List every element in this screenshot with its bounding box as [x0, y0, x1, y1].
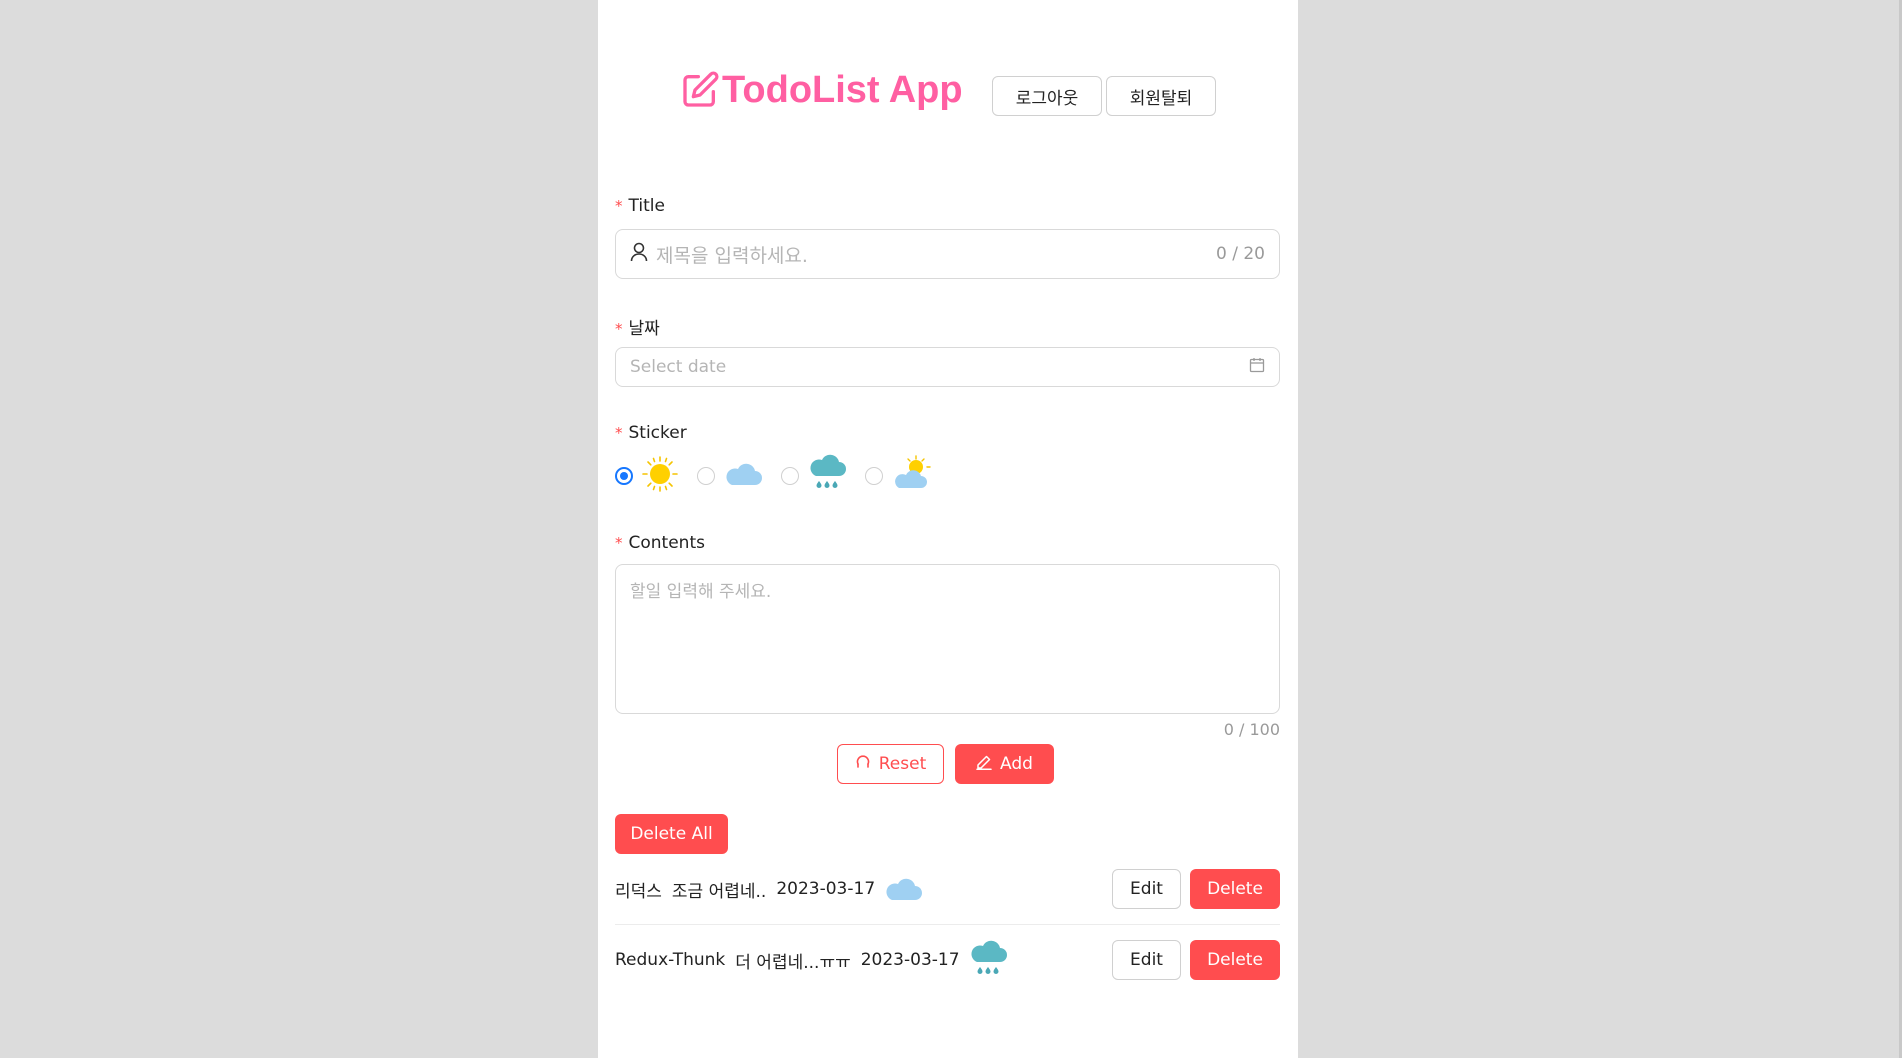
todo-content: 조금 어렵네..: [671, 881, 767, 902]
sticker-option-partly-cloudy[interactable]: [865, 454, 931, 498]
todo-date: 2023-03-17: [776, 879, 876, 899]
radio-button[interactable]: [697, 467, 715, 485]
reset-button[interactable]: Reset: [837, 744, 944, 784]
sticker-label: * Sticker: [615, 423, 687, 443]
pencil-icon: [976, 754, 992, 775]
sticker-option-cloud[interactable]: [697, 459, 763, 493]
reset-icon: [855, 754, 871, 775]
title-placeholder: 제목을 입력하세요.: [656, 244, 808, 267]
delete-all-button[interactable]: Delete All: [615, 814, 728, 854]
rain-cloud-icon: [807, 454, 847, 498]
divider: [615, 924, 1280, 925]
required-mark: *: [615, 320, 623, 338]
delete-button[interactable]: Delete: [1190, 869, 1280, 909]
add-label: Add: [1000, 754, 1033, 774]
cloud-icon: [883, 874, 923, 904]
cloud-icon: [723, 459, 763, 493]
title-char-count: 0 / 20: [1216, 244, 1265, 264]
contents-label-text: Contents: [628, 533, 705, 553]
sticker-option-sun[interactable]: [615, 455, 679, 497]
partly-cloudy-icon: [891, 454, 931, 498]
sticker-label-text: Sticker: [628, 423, 687, 443]
radio-button[interactable]: [615, 467, 633, 485]
todo-title: 리덕스: [615, 881, 662, 902]
add-button[interactable]: Add: [955, 744, 1054, 784]
sticker-option-rain[interactable]: [781, 454, 847, 498]
rain-cloud-icon: [968, 940, 1008, 980]
contents-char-count: 0 / 100: [1223, 720, 1280, 739]
radio-button[interactable]: [865, 467, 883, 485]
todo-date: 2023-03-17: [860, 950, 960, 970]
required-mark: *: [615, 534, 623, 552]
date-label-text: 날짜: [628, 319, 660, 339]
user-icon: [630, 242, 648, 266]
title-input[interactable]: 제목을 입력하세요. 0 / 20: [615, 229, 1280, 279]
title-label: * Title: [615, 196, 665, 216]
calendar-icon[interactable]: [1249, 357, 1265, 377]
title-label-text: Title: [628, 196, 665, 216]
todo-title: Redux-Thunk: [615, 950, 726, 970]
radio-button[interactable]: [781, 467, 799, 485]
date-label: * 날짜: [615, 314, 660, 339]
date-picker[interactable]: Select date: [615, 347, 1280, 387]
contents-textarea[interactable]: 할일 입력해 주세요.: [615, 564, 1280, 714]
todo-item: 리덕스 조금 어렵네.. 2023-03-17 Edit Delete: [615, 869, 1280, 909]
contents-label: * Contents: [615, 533, 705, 553]
withdraw-button[interactable]: 회원탈퇴: [1106, 76, 1216, 116]
app-panel: TodoList App 로그아웃 회원탈퇴 * Title 제목을 입력하세요.…: [598, 0, 1298, 1058]
app-title: TodoList App: [680, 64, 963, 116]
edit-button[interactable]: Edit: [1112, 940, 1181, 980]
edit-button[interactable]: Edit: [1112, 869, 1181, 909]
required-mark: *: [615, 424, 623, 442]
sticker-radio-group: [615, 454, 949, 498]
todo-item: Redux-Thunk 더 어렵네...ㅠㅠ 2023-03-17 Edit D…: [615, 940, 1280, 980]
contents-placeholder: 할일 입력해 주세요.: [630, 582, 772, 602]
required-mark: *: [615, 197, 623, 215]
sun-icon: [641, 455, 679, 497]
reset-label: Reset: [878, 754, 927, 774]
logout-button[interactable]: 로그아웃: [992, 76, 1102, 116]
header: TodoList App 로그아웃 회원탈퇴: [598, 64, 1298, 124]
edit-note-icon: [680, 70, 720, 110]
delete-button[interactable]: Delete: [1190, 940, 1280, 980]
app-title-text: TodoList App: [722, 68, 963, 111]
todo-content: 더 어렵네...ㅠㅠ: [735, 952, 851, 973]
date-placeholder: Select date: [630, 357, 727, 377]
